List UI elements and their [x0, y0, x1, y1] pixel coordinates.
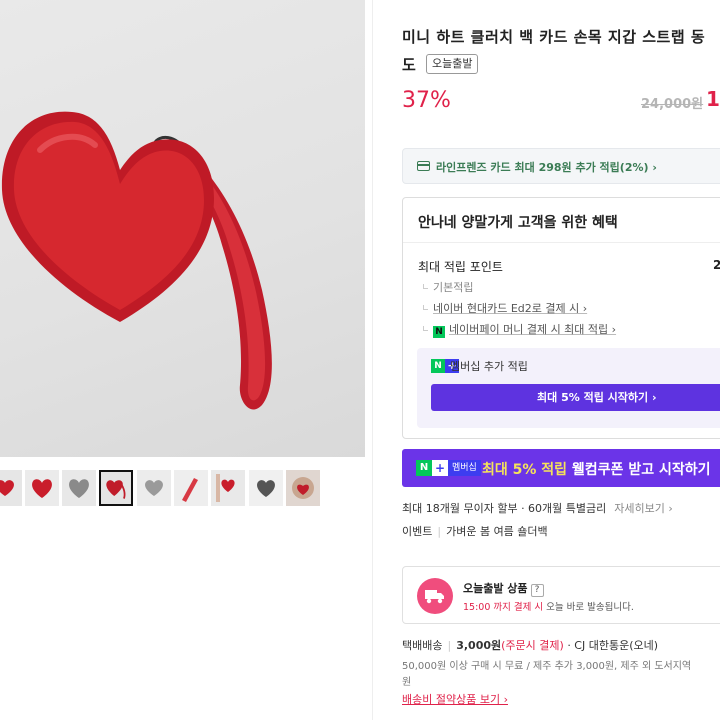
- thumbnail[interactable]: [211, 470, 245, 506]
- max-points-value: 2,: [713, 258, 720, 272]
- membership-label: 멤버십 추가 적립: [450, 360, 528, 373]
- thumbnail-selected[interactable]: [99, 470, 133, 506]
- shipping-condition: 50,000원 이상 구매 시 무료 / 제주 추가 3,000원, 제주 외 …: [402, 661, 692, 672]
- installment-info: 최대 18개월 무이자 할부 · 60개월 특별금리 자세히보기 ›: [402, 502, 673, 515]
- card-benefit-text: 라인프렌즈 카드 최대 298원 추가 적립(2%) ›: [436, 161, 657, 174]
- divider: [403, 242, 720, 243]
- benefit-heading: 안나네 양말가게 고객을 위한 혜택: [418, 215, 618, 231]
- product-title: 미니 하트 클러치 백 카드 손목 지갑 스트랩 동: [402, 28, 706, 46]
- column-divider: [372, 0, 373, 720]
- shipping-saving-link[interactable]: 배송비 절약상품 보기 ›: [402, 691, 508, 707]
- main-product-image[interactable]: [0, 0, 365, 457]
- product-detail-page: 미니 하트 클러치 백 카드 손목 지갑 스트랩 동 도 오늘출발 37% 24…: [0, 0, 720, 720]
- today-shipping-desc: 15:00 까지 결제 시 오늘 바로 발송됩니다.: [463, 602, 634, 613]
- today-shipping-title: 오늘출발 상품?: [463, 580, 544, 597]
- event-info[interactable]: 이벤트 | 가벼운 봄 여름 숄더백: [402, 523, 548, 539]
- max-points-label: 최대 적립 포인트: [418, 260, 503, 274]
- original-price: 24,000원: [641, 97, 704, 112]
- thumbnail[interactable]: [25, 470, 59, 506]
- sale-price: 14: [706, 87, 720, 111]
- thumbnail[interactable]: [249, 470, 283, 506]
- help-icon[interactable]: ?: [530, 584, 544, 597]
- benefit-item-npay-money[interactable]: N 네이버페이 머니 결제 시 최대 적립 ›: [423, 321, 616, 338]
- truck-icon: [417, 578, 453, 614]
- npay-icon: N: [433, 326, 445, 338]
- today-shipping-badge: 오늘출발: [426, 54, 479, 74]
- membership-section: N + 멤버십 추가 적립 최대 5% 적립 시작하기 ›: [417, 348, 720, 428]
- seller-benefit-box: 안나네 양말가게 고객을 위한 혜택 최대 적립 포인트 2, 기본적립 네이버…: [402, 197, 720, 439]
- today-shipping-box: 오늘출발 상품? 15:00 까지 결제 시 오늘 바로 발송됩니다.: [402, 566, 720, 624]
- benefit-item-hyundai-card[interactable]: 네이버 현대카드 Ed2로 결제 시 ›: [423, 300, 587, 316]
- membership-start-button[interactable]: 최대 5% 적립 시작하기 ›: [431, 384, 720, 411]
- thumbnail[interactable]: [137, 470, 171, 506]
- benefit-item: 기본적립: [423, 279, 473, 295]
- thumbnail[interactable]: [62, 470, 96, 506]
- thumbnail[interactable]: [286, 470, 320, 506]
- product-info-panel: 미니 하트 클러치 백 카드 손목 지갑 스트랩 동 도 오늘출발 37% 24…: [402, 0, 720, 720]
- thumbnail[interactable]: [0, 470, 22, 506]
- membership-promo-banner[interactable]: N + 멤버십 최대 5% 적립 웰컴쿠폰 받고 시작하기: [402, 449, 720, 487]
- discount-rate: 37%: [402, 88, 451, 113]
- product-title-cont: 도: [402, 56, 416, 74]
- thumbnail[interactable]: [174, 470, 208, 506]
- promo-text: 최대 5% 적립 웰컴쿠폰 받고 시작하기: [482, 462, 711, 478]
- installment-more-link[interactable]: 자세히보기 ›: [614, 502, 673, 515]
- shipping-info: 택배배송 | 3,000원(주문시 결제) · CJ 대한통운(오네): [402, 639, 659, 652]
- credit-card-icon: [417, 161, 430, 171]
- naver-membership-badge: N + 멤버십: [416, 460, 481, 476]
- shipping-condition-cont: 원: [402, 677, 412, 688]
- card-benefit-banner[interactable]: 라인프렌즈 카드 최대 298원 추가 적립(2%) ›: [402, 148, 720, 184]
- thumbnail-strip: [0, 470, 365, 506]
